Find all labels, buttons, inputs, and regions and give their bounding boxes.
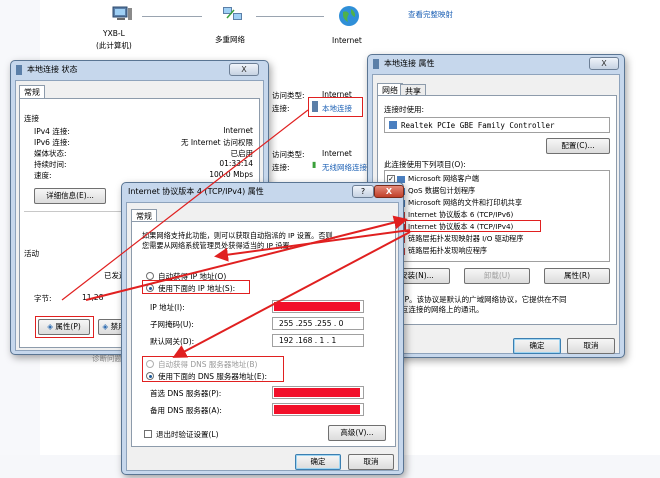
ipv4-window: Internet 协议版本 4 (TCP/IPv4) 属性 ? X 常规 如果网… (121, 182, 404, 475)
adapter-box: Realtek PCIe GBE Family Controller (384, 117, 610, 133)
uninstall-button[interactable]: 卸载(U) (464, 268, 530, 284)
auto-ip-radio[interactable] (146, 272, 154, 280)
items-label: 此连接使用下列项目(O): (384, 160, 466, 169)
close-button[interactable]: X (589, 57, 619, 70)
activity-section-label: 活动 (24, 249, 39, 258)
speed-label: 速度: (34, 171, 52, 180)
duration-value: 01:33:14 (219, 159, 253, 168)
status-window-title: 本地连接 状态 (27, 65, 78, 74)
computer-icon (112, 6, 132, 20)
duration-label: 持续时间: (34, 160, 67, 169)
ipv6-connectivity-label: IPv6 连接: (34, 138, 70, 147)
adapter-name: Realtek PCIe GBE Family Controller (401, 121, 555, 130)
dns1-field[interactable] (272, 386, 364, 399)
annotation-properties-box (35, 316, 94, 338)
access-type2-value: Internet (322, 149, 352, 158)
network-name: 多重网络 (215, 35, 245, 44)
media-state-value: 已启用 (230, 149, 254, 158)
subnet-mask-field[interactable]: 255 .255 .255 . 0 (272, 317, 364, 330)
item-properties-button[interactable]: 属性(R) (544, 268, 610, 284)
validate-checkbox[interactable] (144, 430, 152, 438)
list-item[interactable]: ✓Internet 协议版本 6 (TCP/IPv6) (387, 210, 513, 220)
internet-name: Internet (332, 36, 362, 45)
access-type2-label: 访问类型: (272, 150, 305, 159)
help-button[interactable]: ? (352, 185, 374, 198)
ip-address-field[interactable] (272, 300, 364, 313)
intro-line-1: 如果网络支持此功能，则可以获取自动指派的 IP 设置。否则， (142, 231, 340, 240)
connection2-link[interactable]: 无线网络连接 (322, 162, 367, 173)
tab-general[interactable]: 常规 (19, 85, 45, 99)
network-icon (223, 7, 242, 20)
close-button[interactable]: X (229, 63, 259, 76)
advanced-button[interactable]: 高级(V)... (328, 425, 386, 441)
properties-window: 本地连接 属性 X 网络 共享 连接时使用: Realtek PCIe GBE … (367, 54, 625, 358)
connection2-label: 连接: (272, 163, 290, 172)
redacted-ip (274, 302, 360, 311)
gateway-label: 默认网关(D): (150, 337, 195, 346)
annotation-manual-ip-box (142, 280, 250, 294)
wireless-signal-icon: ▮ (312, 160, 317, 169)
items-list: ✓Microsoft 网络客户端 ✓QoS 数据包计划程序 ✓Microsoft… (384, 170, 610, 262)
annotation-ipv4-box (405, 220, 541, 232)
connection-label: 连接: (272, 104, 290, 113)
ipv4-panel: 如果网络支持此功能，则可以获取自动指派的 IP 设置。否则， 您需要从网络系统管… (131, 221, 396, 447)
computer-name: YXB-L (103, 29, 125, 38)
ipv4-connectivity-value: Internet (223, 126, 253, 135)
speed-value: 100.0 Mbps (209, 170, 253, 179)
properties-panel: 连接时使用: Realtek PCIe GBE Family Controlle… (377, 95, 617, 325)
ipv4-connectivity-label: IPv4 连接: (34, 127, 70, 136)
ipv6-connectivity-value: 无 Internet 访问权限 (180, 138, 253, 147)
shield-icon-2: ◈ (102, 322, 109, 331)
cancel-button[interactable]: 取消 (567, 338, 615, 354)
properties-window-body: 网络 共享 连接时使用: Realtek PCIe GBE Family Con… (372, 74, 620, 354)
internet-line (256, 16, 324, 17)
media-state-label: 媒体状态: (34, 149, 67, 158)
ipv4-window-body: 常规 如果网络支持此功能，则可以获取自动指派的 IP 设置。否则， 您需要从网络… (126, 202, 399, 471)
list-item[interactable]: ✓链路层拓扑发现映射器 I/O 驱动程序 (387, 234, 523, 244)
annotation-connection-box (308, 97, 363, 117)
connection-section-label: 连接 (24, 114, 39, 123)
adapter-icon (389, 121, 397, 129)
intro-line-2: 您需要从网络系统管理员处获得适当的 IP 设置。 (142, 241, 297, 250)
computer-sub: (此计算机) (96, 41, 132, 50)
dns2-field[interactable] (272, 403, 364, 416)
globe-icon (339, 6, 359, 26)
dns1-label: 首选 DNS 服务器(P): (150, 389, 222, 398)
details-button[interactable]: 详细信息(E)... (34, 188, 106, 204)
access-type-label: 访问类型: (272, 91, 305, 100)
dns2-label: 备用 DNS 服务器(A): (150, 406, 222, 415)
bytes-value: 11,28 (82, 293, 104, 302)
validate-label: 退出时验证设置(L) (156, 430, 219, 439)
redacted-dns1 (274, 388, 360, 397)
connect-using-label: 连接时使用: (384, 105, 425, 114)
annotation-dns-box (142, 356, 284, 382)
window-icon (373, 59, 379, 69)
network-line (142, 16, 202, 17)
ok-button[interactable]: 确定 (295, 454, 341, 470)
bytes-label: 字节: (34, 294, 52, 303)
list-item[interactable]: ✓Microsoft 网络的文件和打印机共享 (387, 198, 522, 208)
ipv4-window-title: Internet 协议版本 4 (TCP/IPv4) 属性 (128, 187, 264, 196)
subnet-mask-label: 子网掩码(U): (150, 320, 194, 329)
gateway-field[interactable]: 192 .168 . 1 . 1 (272, 334, 364, 347)
redacted-dns2 (274, 405, 360, 414)
configure-button[interactable]: 配置(C)... (546, 138, 610, 154)
ip-address-label: IP 地址(I): (150, 303, 185, 312)
properties-window-title: 本地连接 属性 (384, 59, 435, 68)
cancel-button[interactable]: 取消 (348, 454, 394, 470)
close-button[interactable]: X (374, 185, 404, 198)
full-map-link[interactable]: 查看完整映射 (408, 9, 453, 20)
ok-button[interactable]: 确定 (513, 338, 561, 354)
window-icon (16, 65, 22, 75)
